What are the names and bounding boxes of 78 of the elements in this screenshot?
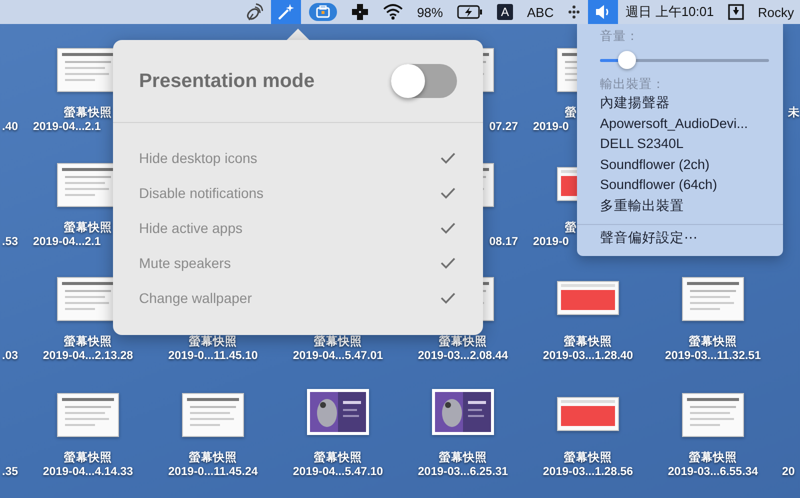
- file-name: 螢幕快照: [563, 450, 613, 465]
- option-label: Change wallpaper: [139, 290, 252, 306]
- file-date: 07.27: [489, 121, 518, 133]
- file-thumbnail[interactable]: [682, 393, 744, 437]
- file-date: 2019-0...11.45.10: [167, 350, 259, 362]
- file-date: 2019-03...1.28.56: [542, 466, 634, 478]
- file-date: 2019-04...2.1: [33, 121, 101, 133]
- file-date: 2019-0...11.45.24: [167, 466, 259, 478]
- option-label: Disable notifications: [139, 184, 264, 200]
- magic-wand-icon: [276, 3, 295, 21]
- file-date: 20: [782, 466, 795, 478]
- menu-item[interactable]: DELL S2340L: [600, 134, 684, 155]
- menu-item[interactable]: Soundflower (64ch): [600, 175, 718, 196]
- menu-bar-item[interactable]: Rocky: [752, 0, 800, 24]
- file-date: 08.17: [489, 236, 518, 248]
- file-date: 2019-04...2.1: [33, 236, 101, 248]
- file-name: 螢幕快照: [688, 334, 738, 349]
- file-date: 2019-04...5.47.01: [292, 350, 384, 362]
- file-name: 螢幕快照: [63, 220, 113, 235]
- option-label: Mute speakers: [139, 254, 231, 270]
- battery-icon: [456, 5, 483, 19]
- file-name: 螢幕快照: [63, 105, 113, 120]
- section-label: 輸出裝置：: [600, 76, 665, 93]
- download-icon: [728, 4, 744, 20]
- file-date: 2019-03...6.55.34: [666, 466, 760, 478]
- menu-bar-item[interactable]: 週日 上午10:01: [620, 0, 720, 24]
- file-name: 螢幕快照: [438, 450, 488, 465]
- file-date: .53: [2, 236, 18, 248]
- file-date: 2019-03...2.08.44: [416, 350, 510, 362]
- menu-bar-item[interactable]: A: [490, 0, 519, 24]
- file-name: 螢幕快照: [563, 334, 613, 349]
- popover-title: Presentation mode: [139, 70, 315, 92]
- file-name: 螢幕快照: [63, 334, 113, 349]
- file-name: 螢: [565, 105, 577, 120]
- file-date: 2019-04...4.14.33: [42, 466, 134, 478]
- file-name: 螢幕快照: [188, 450, 238, 465]
- file-thumbnail[interactable]: [682, 277, 744, 321]
- file-name: 未: [788, 105, 800, 120]
- file-date: .40: [2, 121, 18, 133]
- file-date: 2019-03...6.25.31: [416, 466, 510, 478]
- toolbox-icon: [308, 3, 337, 21]
- file-name: 螢幕快照: [313, 334, 363, 349]
- file-name: 螢幕快照: [313, 450, 363, 465]
- file-thumbnail[interactable]: [182, 393, 244, 437]
- wifi-icon: [382, 4, 403, 20]
- file-date: 2019-04...5.47.10: [292, 466, 384, 478]
- file-date: 2019-04...2.13.28: [42, 350, 134, 362]
- menu-item[interactable]: Soundflower (2ch): [600, 154, 710, 176]
- menu-item[interactable]: 聲音偏好設定⋯: [600, 228, 698, 248]
- file-name: 螢幕快照: [438, 334, 488, 349]
- dots-icon: [568, 4, 580, 20]
- volume-slider[interactable]: [600, 51, 769, 69]
- file-name: 螢: [565, 220, 577, 235]
- option-label: Hide active apps: [139, 220, 243, 236]
- menu-item[interactable]: Apowersoft_AudioDevi...: [600, 114, 748, 134]
- file-date: 2019-0: [533, 236, 569, 248]
- file-thumbnail[interactable]: [57, 393, 119, 437]
- file-date: .03: [2, 350, 18, 362]
- satellite-dish-icon: [244, 3, 263, 21]
- plus-icon: [350, 3, 369, 21]
- menu-bar-item[interactable]: 98%: [410, 0, 449, 24]
- section-label: 音量：: [600, 28, 639, 45]
- file-date: 2019-0: [533, 121, 569, 133]
- file-date: 2019-03...11.32.51: [664, 350, 762, 362]
- file-date: 2019-03...1.28.40: [542, 350, 634, 362]
- file-thumbnail[interactable]: [557, 397, 619, 431]
- toggle-switch[interactable]: [391, 64, 457, 98]
- input-source-key: A: [496, 4, 513, 20]
- file-thumbnail[interactable]: [557, 281, 619, 315]
- option-label: Hide desktop icons: [139, 150, 258, 166]
- slider-thumb[interactable]: [618, 51, 636, 69]
- menu-bar-item[interactable]: ABC: [520, 0, 560, 24]
- file-name: 螢幕快照: [63, 450, 113, 465]
- menu-item[interactable]: 多重輸出裝置: [600, 196, 684, 217]
- file-name: 螢幕快照: [188, 334, 238, 349]
- file-date: .35: [2, 466, 18, 478]
- file-name: 螢幕快照: [688, 450, 738, 465]
- menu-item[interactable]: 內建揚聲器: [600, 93, 670, 114]
